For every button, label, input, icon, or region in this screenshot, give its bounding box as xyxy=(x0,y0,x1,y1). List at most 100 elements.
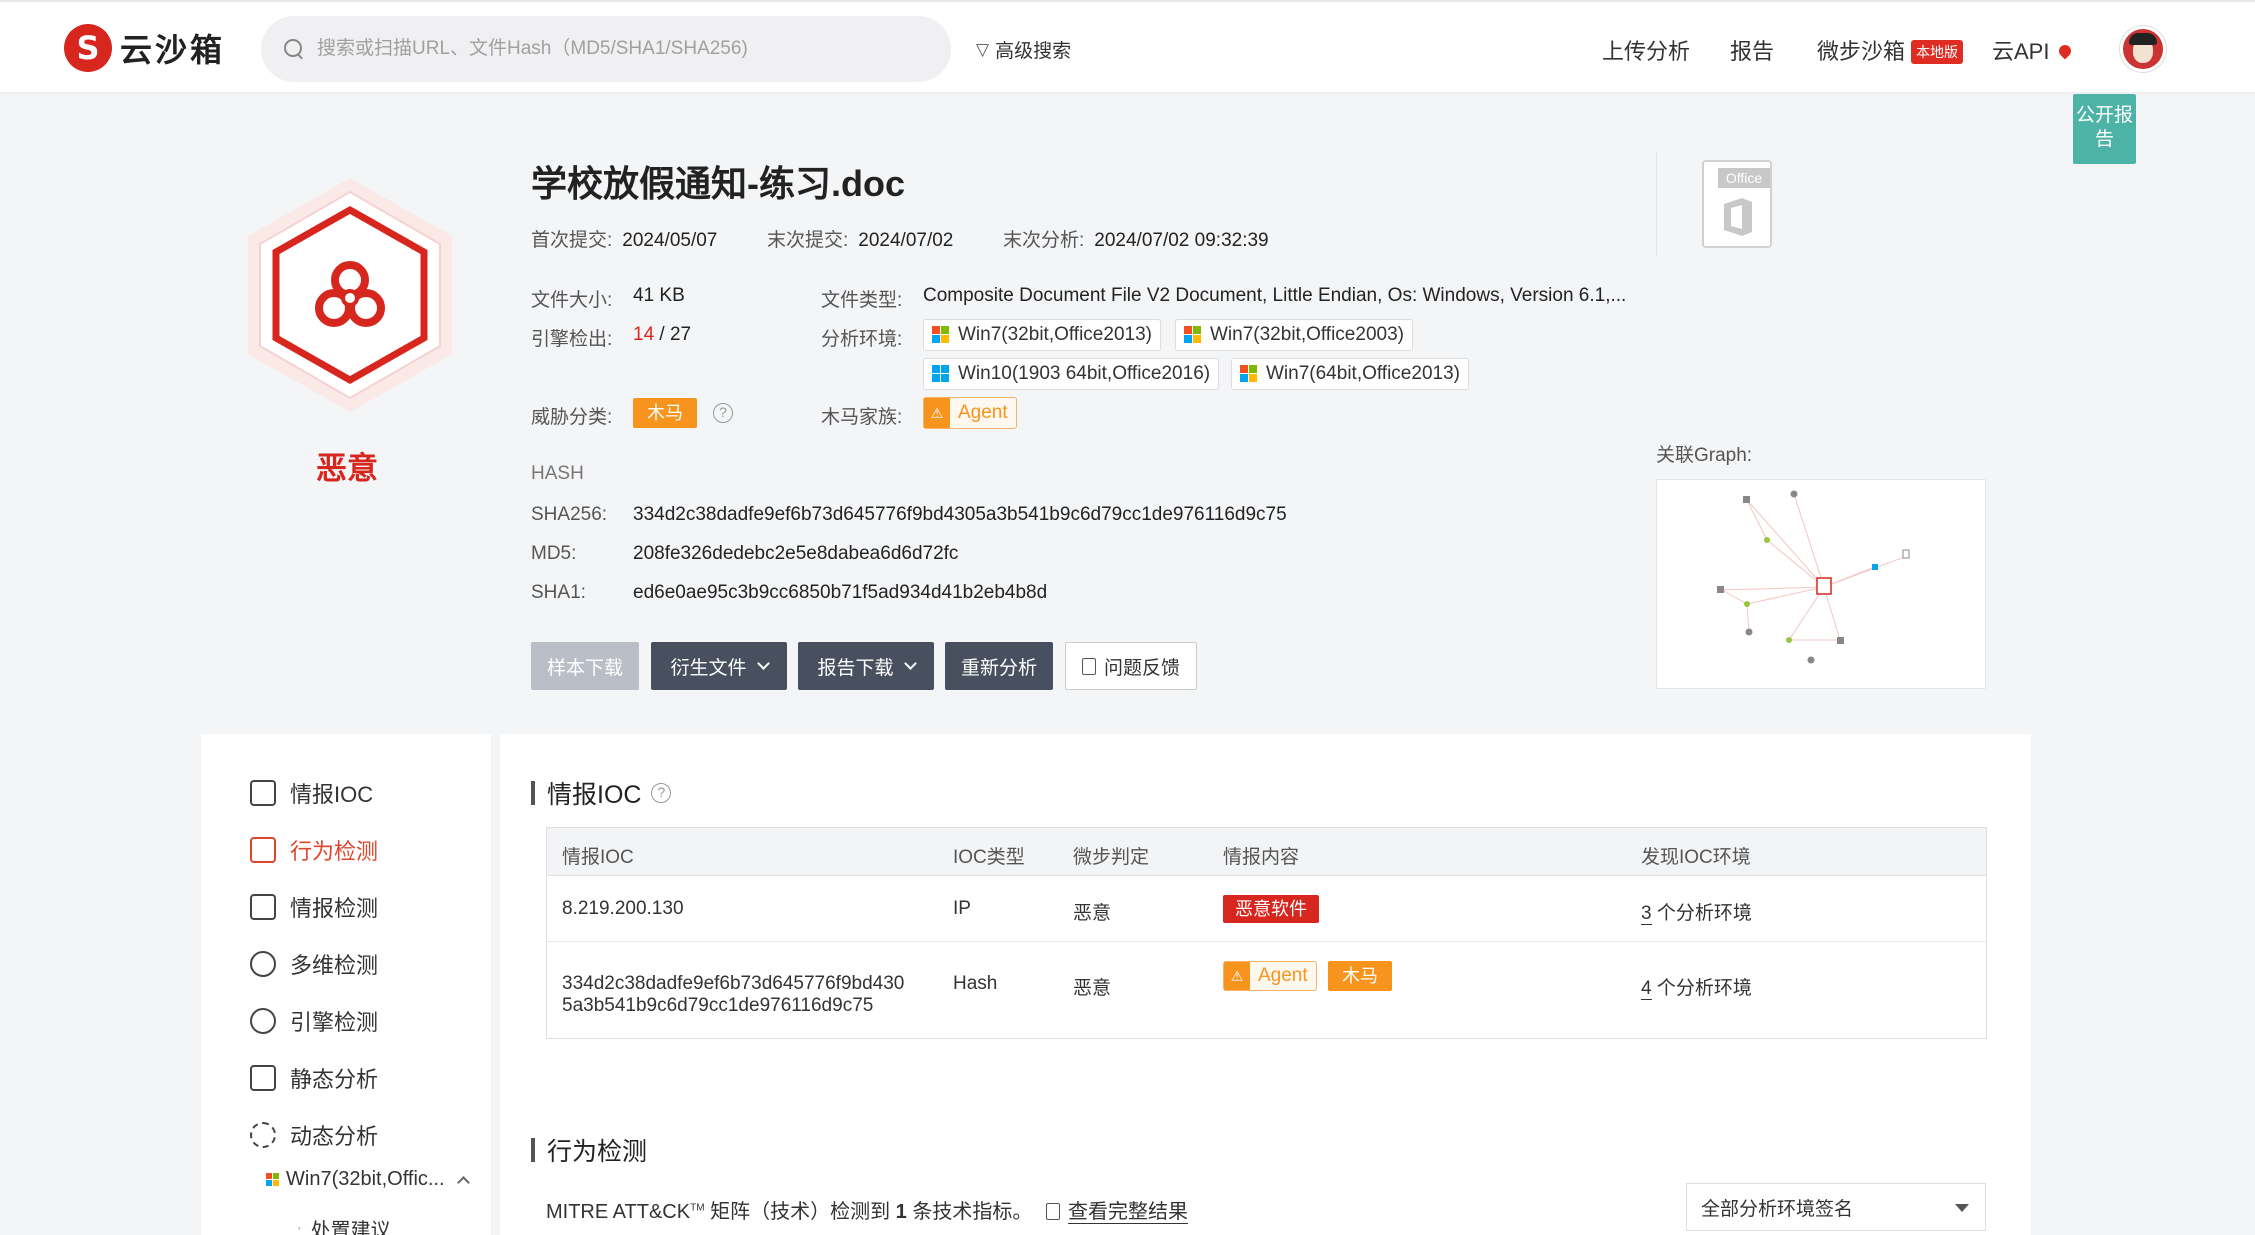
question-circle-icon xyxy=(250,1008,276,1034)
env-signature-select[interactable]: 全部分析环境签名 xyxy=(1686,1183,1986,1231)
ioc-type: IP xyxy=(953,898,971,919)
chevron-up-icon xyxy=(456,1176,470,1189)
nav-report[interactable]: 报告 xyxy=(1730,34,1774,66)
md5-label: MD5: xyxy=(531,543,577,564)
feedback-button[interactable]: 问题反馈 xyxy=(1065,642,1197,690)
sidebar-item-engine[interactable]: 引擎检测 xyxy=(250,1005,378,1037)
filter-icon: ▽ xyxy=(976,39,990,59)
top-bar: S 云沙箱 ▽ 高级搜索 上传分析 报告 微步沙箱本地版 云API xyxy=(0,0,2255,92)
windows10-icon xyxy=(932,365,950,383)
search-icon xyxy=(281,36,307,62)
view-full-results-link[interactable]: 查看完整结果 xyxy=(1046,1195,1188,1224)
logo-mark: S xyxy=(64,24,112,72)
last-analysis: 末次分析: 2024/07/02 09:32:39 xyxy=(1003,230,1269,251)
sha256-label: SHA256: xyxy=(531,504,608,525)
sample-download-button[interactable]: 样本下载 xyxy=(531,642,639,690)
sha1-value[interactable]: ed6e0ae95c3b9cc6850b71f5ad934d41b2eb4b8d xyxy=(633,582,1047,604)
ioc-env-count[interactable]: 4 个分析环境 xyxy=(1641,973,1752,1000)
sidebar-sub-env[interactable]: Win7(32bit,Offic... xyxy=(266,1168,470,1191)
ioc-verdict: 恶意 xyxy=(1073,978,1112,999)
reanalyze-button[interactable]: 重新分析 xyxy=(945,642,1053,690)
logo[interactable]: S 云沙箱 xyxy=(64,24,225,72)
nav-api-label: 云API xyxy=(1992,39,2050,64)
hash-heading: HASH xyxy=(531,463,584,484)
avatar[interactable] xyxy=(2120,26,2166,72)
last-submit: 末次提交: 2024/07/02 xyxy=(767,230,954,251)
sidebar-item-static[interactable]: 静态分析 xyxy=(250,1062,378,1094)
search-input[interactable] xyxy=(317,38,917,60)
layout-icon xyxy=(250,894,276,920)
env-tag[interactable]: Win7(32bit,Office2013) xyxy=(923,319,1161,351)
chevron-down-icon xyxy=(756,656,770,670)
sidebar xyxy=(201,734,491,1235)
file-title: 学校放假通知-练习.doc xyxy=(531,163,905,204)
report-download-button[interactable]: 报告下载 xyxy=(798,642,934,690)
panel-separator xyxy=(491,734,500,1235)
sha256-value[interactable]: 334d2c38dadfe9ef6b73d645776f9bd4305a3b54… xyxy=(633,504,1287,526)
col-verdict: 微步判定 xyxy=(1073,847,1150,868)
chevron-down-icon xyxy=(903,656,917,670)
sidebar-item-dynamic[interactable]: 动态分析 xyxy=(250,1119,378,1151)
nav-upload[interactable]: 上传分析 xyxy=(1602,34,1690,66)
threat-class-tag[interactable]: 木马 xyxy=(1328,961,1392,991)
engine-total: / 27 xyxy=(659,324,692,345)
threat-class-label: 威胁分类: xyxy=(531,407,613,428)
intel-tag[interactable]: 恶意软件 xyxy=(1223,895,1319,923)
logo-text: 云沙箱 xyxy=(120,32,226,68)
family-icon: ⚠ xyxy=(924,398,950,428)
family-tag[interactable]: ⚠ Agent xyxy=(1223,961,1317,991)
ioc-table-header: 情报IOC IOC类型 微步判定 情报内容 发现IOC环境 xyxy=(547,828,1986,876)
feedback-icon xyxy=(1081,657,1096,675)
nav-sandbox[interactable]: 微步沙箱 本地版 xyxy=(1817,34,1964,66)
advanced-search-link[interactable]: ▽ 高级搜索 xyxy=(976,36,1071,63)
hot-icon xyxy=(2056,42,2074,60)
threat-class-tag[interactable]: 木马 xyxy=(633,398,697,428)
nav-sandbox-label: 微步沙箱 xyxy=(1817,39,1906,64)
nav-api[interactable]: 云API xyxy=(1992,34,2074,66)
ioc-verdict: 恶意 xyxy=(1073,903,1112,924)
advanced-search-label: 高级搜索 xyxy=(995,41,1072,62)
windows-icon xyxy=(932,326,950,344)
sha1-label: SHA1: xyxy=(531,582,586,603)
sidebar-item-intel-detect[interactable]: 情报检测 xyxy=(250,891,378,923)
engine-detect-value[interactable]: 14 / 27 xyxy=(633,324,691,346)
relation-graph[interactable] xyxy=(1656,479,1986,689)
col-env: 发现IOC环境 xyxy=(1641,847,1751,868)
sidebar-sub-disposal[interactable]: · 处置建议 xyxy=(296,1214,391,1235)
edit-icon xyxy=(250,780,276,806)
md5-value[interactable]: 208fe326dedebc2e5e8dabea6d6d72fc xyxy=(633,543,958,565)
engine-detect-count: 14 xyxy=(633,324,655,345)
sidebar-item-multi-detect[interactable]: 多维检测 xyxy=(250,948,378,980)
col-intel: 情报内容 xyxy=(1223,847,1300,868)
chart-icon xyxy=(250,837,276,863)
search-icon xyxy=(250,951,276,977)
ioc-value[interactable]: 334d2c38dadfe9ef6b73d645776f9bd430 5a3b54… xyxy=(562,973,904,1017)
help-icon[interactable]: ? xyxy=(713,403,733,423)
graph-node-sample xyxy=(1816,577,1832,595)
windows-icon xyxy=(1184,326,1202,344)
file-type-label: 文件类型: xyxy=(821,290,903,311)
env-tag[interactable]: Win10(1903 64bit,Office2016) xyxy=(923,358,1220,390)
sidebar-item-behavior[interactable]: 行为检测 xyxy=(250,834,378,866)
env-tag[interactable]: Win7(32bit,Office2003) xyxy=(1175,319,1413,351)
col-ioc: 情报IOC xyxy=(562,847,634,868)
behavior-section-title: 行为检测 xyxy=(531,1132,647,1168)
sidebar-item-intel-ioc[interactable]: 情报IOC xyxy=(250,777,373,809)
public-report-button[interactable]: 公开报告 xyxy=(2073,94,2136,164)
family-icon: ⚠ xyxy=(1224,962,1250,990)
file-size-value: 41 KB xyxy=(633,285,685,306)
env-tag[interactable]: Win7(64bit,Office2013) xyxy=(1231,358,1469,390)
search-bar[interactable] xyxy=(261,16,951,82)
document-icon xyxy=(1046,1203,1060,1220)
help-icon[interactable]: ? xyxy=(651,783,672,803)
ioc-env-count[interactable]: 3 个分析环境 xyxy=(1641,898,1752,925)
first-submit: 首次提交: 2024/05/07 xyxy=(531,230,718,251)
derived-files-button[interactable]: 衍生文件 xyxy=(651,642,787,690)
windows-icon xyxy=(1240,365,1258,383)
file-size-label: 文件大小: xyxy=(531,290,613,311)
family-tag[interactable]: ⚠ Agent xyxy=(923,397,1017,429)
windows-icon xyxy=(266,1172,280,1187)
list-icon xyxy=(250,1065,276,1091)
col-type: IOC类型 xyxy=(953,847,1025,868)
ioc-value[interactable]: 8.219.200.130 xyxy=(562,898,684,920)
